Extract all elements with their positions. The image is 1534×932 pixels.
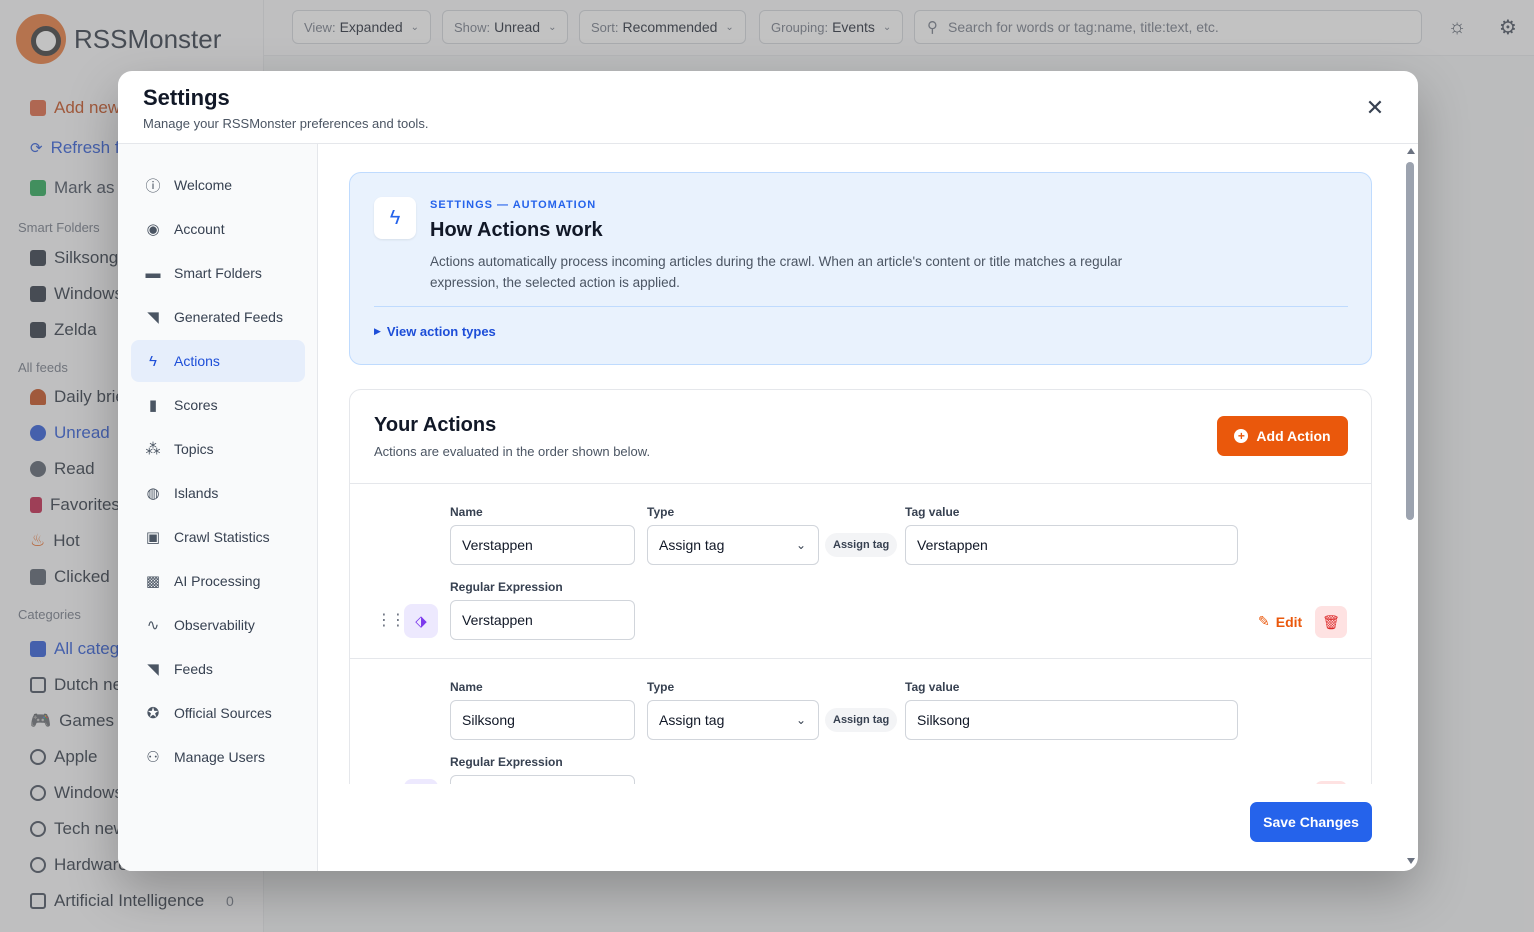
settings-nav: ⓘ Welcome ◉ Account ▬ Smart Folders ◥ Genera… [118,144,318,871]
folder-icon: ▬ [145,264,161,282]
type-badge: Assign tag [825,708,898,732]
nav-item-observability[interactable]: ∿ Observability [131,604,305,646]
scroll-down-arrow-icon[interactable] [1407,858,1415,864]
add-action-button[interactable]: + Add Action [1217,416,1348,456]
users-icon: ⚇ [146,749,160,766]
user-icon: ◉ [146,221,160,238]
bolt-icon: ϟ [149,352,157,370]
close-button[interactable]: ✕ [1362,95,1388,121]
sitemap-icon: ⁂ [145,441,161,458]
info-title: How Actions work [430,219,603,241]
action-type-select[interactable]: Assign tag ⌄ [647,700,819,740]
scroll-up-arrow-icon[interactable] [1407,148,1415,154]
edit-action-button[interactable]: ✎ Edit [1258,613,1302,630]
trash-icon: 🗑 [1322,613,1340,630]
settings-modal: Settings Manage your RSSMonster preferen… [118,71,1418,871]
type-badge: Assign tag [825,533,898,557]
nav-item-topics[interactable]: ⁂ Topics [131,428,305,470]
tag-value-input[interactable]: Verstappen [905,525,1238,565]
bolt-icon: ϟ [374,197,416,239]
your-actions-card: Your Actions Actions are evaluated in th… [349,389,1372,784]
nav-item-account[interactable]: ◉ Account [131,208,305,250]
plus-circle-icon: + [1234,429,1249,443]
action-row: Name Silksong Type Assign tag ⌄ Assign ta… [350,658,1371,784]
modal-header: Settings Manage your RSSMonster preferen… [118,71,1418,144]
close-icon: ✕ [1365,95,1385,120]
regex-label: Regular Expression [450,580,563,594]
clipboard-icon: ▣ [145,529,161,546]
modal-subtitle: Manage your RSSMonster preferences and t… [143,116,429,131]
actions-title: Your Actions [374,414,497,436]
view-action-types-toggle[interactable]: ▶ View action types [374,324,496,339]
regex-label: Regular Expression [450,755,563,769]
name-label: Name [450,680,483,694]
rss-icon: ◥ [147,309,159,326]
chip-icon: ▩ [145,573,161,590]
settings-content: ϟ SETTINGS — AUTOMATION How Actions work… [318,144,1418,784]
action-row: Name Verstappen Type Assign tag ⌄ Assign … [350,483,1371,658]
action-name-input[interactable]: Verstappen [450,525,635,565]
bar-chart-icon: ▮ [148,397,158,414]
action-type-select[interactable]: Assign tag ⌄ [647,525,819,565]
compass-icon: ◍ [146,485,160,502]
tag-value-label: Tag value [905,680,960,694]
tag-value-input[interactable]: Silksong [905,700,1238,740]
save-changes-button[interactable]: Save Changes [1250,802,1372,842]
content-scrollbar[interactable] [1403,144,1418,871]
type-label: Type [647,505,675,519]
badge-check-icon: ✪ [146,705,160,722]
rss-icon: ◥ [147,661,159,678]
tag-value-label: Tag value [905,505,960,519]
nav-item-manage-users[interactable]: ⚇ Manage Users [131,736,305,778]
type-label: Type [647,680,675,694]
nav-item-smart-folders[interactable]: ▬ Smart Folders [131,252,305,294]
tag-icon: ⬗ [404,604,438,638]
regex-input[interactable]: Verstappen [450,600,635,640]
actions-subtitle: Actions are evaluated in the order shown… [374,444,651,459]
modal-title: Settings [143,85,230,110]
delete-action-button[interactable]: 🗑 [1315,606,1347,638]
action-name-input[interactable]: Silksong [450,700,635,740]
nav-item-welcome[interactable]: ⓘ Welcome [131,164,305,206]
nav-item-feeds[interactable]: ◥ Feeds [131,648,305,690]
regex-input[interactable] [450,775,635,784]
chevron-down-icon: ⌄ [795,538,806,552]
nav-item-islands[interactable]: ◍ Islands [131,472,305,514]
drag-handle-icon[interactable]: ⋮⋮ [376,610,406,630]
scrollbar-thumb[interactable] [1406,162,1414,520]
delete-action-button[interactable]: 🗑 [1315,781,1347,784]
nav-item-official-sources[interactable]: ✪ Official Sources [131,692,305,734]
tag-icon: ⬗ [404,779,438,784]
pulse-icon: ∿ [146,617,160,634]
info-eyebrow: SETTINGS — AUTOMATION [430,199,597,211]
name-label: Name [450,505,483,519]
actions-info-card: ϟ SETTINGS — AUTOMATION How Actions work… [349,172,1372,365]
nav-item-crawl-statistics[interactable]: ▣ Crawl Statistics [131,516,305,558]
caret-right-icon: ▶ [374,326,381,336]
nav-item-scores[interactable]: ▮ Scores [131,384,305,426]
info-text: Actions automatically process incoming a… [430,254,1123,290]
nav-item-ai-processing[interactable]: ▩ AI Processing [131,560,305,602]
divider [374,306,1348,307]
info-icon: ⓘ [145,177,161,195]
chevron-down-icon: ⌄ [795,713,806,727]
pencil-icon: ✎ [1258,613,1270,629]
nav-item-actions[interactable]: ϟ Actions [131,340,305,382]
nav-item-generated-feeds[interactable]: ◥ Generated Feeds [131,296,305,338]
